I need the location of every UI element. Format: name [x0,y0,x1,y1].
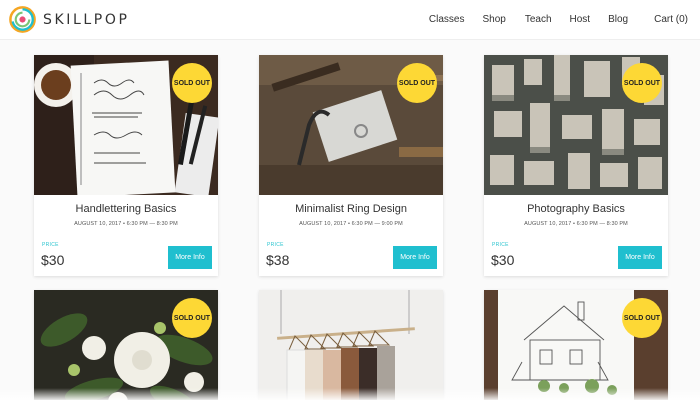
bottom-fade [0,388,700,400]
class-title[interactable]: Photography Basics [484,203,668,215]
main-nav: Classes Shop Teach Host Blog Cart (0) [429,0,688,38]
nav-host[interactable]: Host [570,14,591,25]
price-value: $38 [266,252,290,268]
class-date: AUGUST 10, 2017 • 6:30 PM — 8:30 PM [74,221,178,227]
logo[interactable]: SKILLPOP [8,5,130,34]
class-card[interactable] [259,290,443,400]
sold-out-badge: SOLD OUT [172,63,212,103]
class-card[interactable]: SOLD OUT [34,290,218,400]
sold-out-badge: SOLD OUT [172,298,212,338]
clothing-rack-photo[interactable] [259,290,443,400]
site-header: SKILLPOP Classes Shop Teach Host Blog Ca… [0,0,700,40]
brand-name: SKILLPOP [43,11,130,28]
class-card[interactable]: SOLD OUT Handlettering Basics AUGUST 10,… [34,55,218,276]
nav-cart[interactable]: Cart (0) [654,14,688,25]
price-value: $30 [41,252,65,268]
price-value: $30 [491,252,515,268]
class-date: AUGUST 10, 2017 • 6:30 PM — 8:30 PM [524,221,628,227]
nav-teach[interactable]: Teach [525,14,552,25]
class-date: AUGUST 10, 2017 • 6:30 PM — 9:00 PM [299,221,403,227]
nav-classes[interactable]: Classes [429,14,465,25]
class-card[interactable]: SOLD OUT Photography Basics AUGUST 10, 2… [484,55,668,276]
more-info-button[interactable]: More Info [168,246,212,269]
more-info-button[interactable]: More Info [618,246,662,269]
class-title[interactable]: Minimalist Ring Design [259,203,443,215]
sold-out-badge: SOLD OUT [622,298,662,338]
price-label: PRICE [42,242,59,248]
price-label: PRICE [267,242,284,248]
sold-out-badge: SOLD OUT [622,63,662,103]
price-label: PRICE [492,242,509,248]
class-card[interactable]: SOLD OUT Minimalist Ring Design AUGUST 1… [259,55,443,276]
nav-shop[interactable]: Shop [482,14,505,25]
sold-out-badge: SOLD OUT [397,63,437,103]
nav-blog[interactable]: Blog [608,14,628,25]
class-title[interactable]: Handlettering Basics [34,203,218,215]
logo-swirl-icon [9,6,36,33]
class-card[interactable]: SOLD OUT [484,290,668,400]
more-info-button[interactable]: More Info [393,246,437,269]
